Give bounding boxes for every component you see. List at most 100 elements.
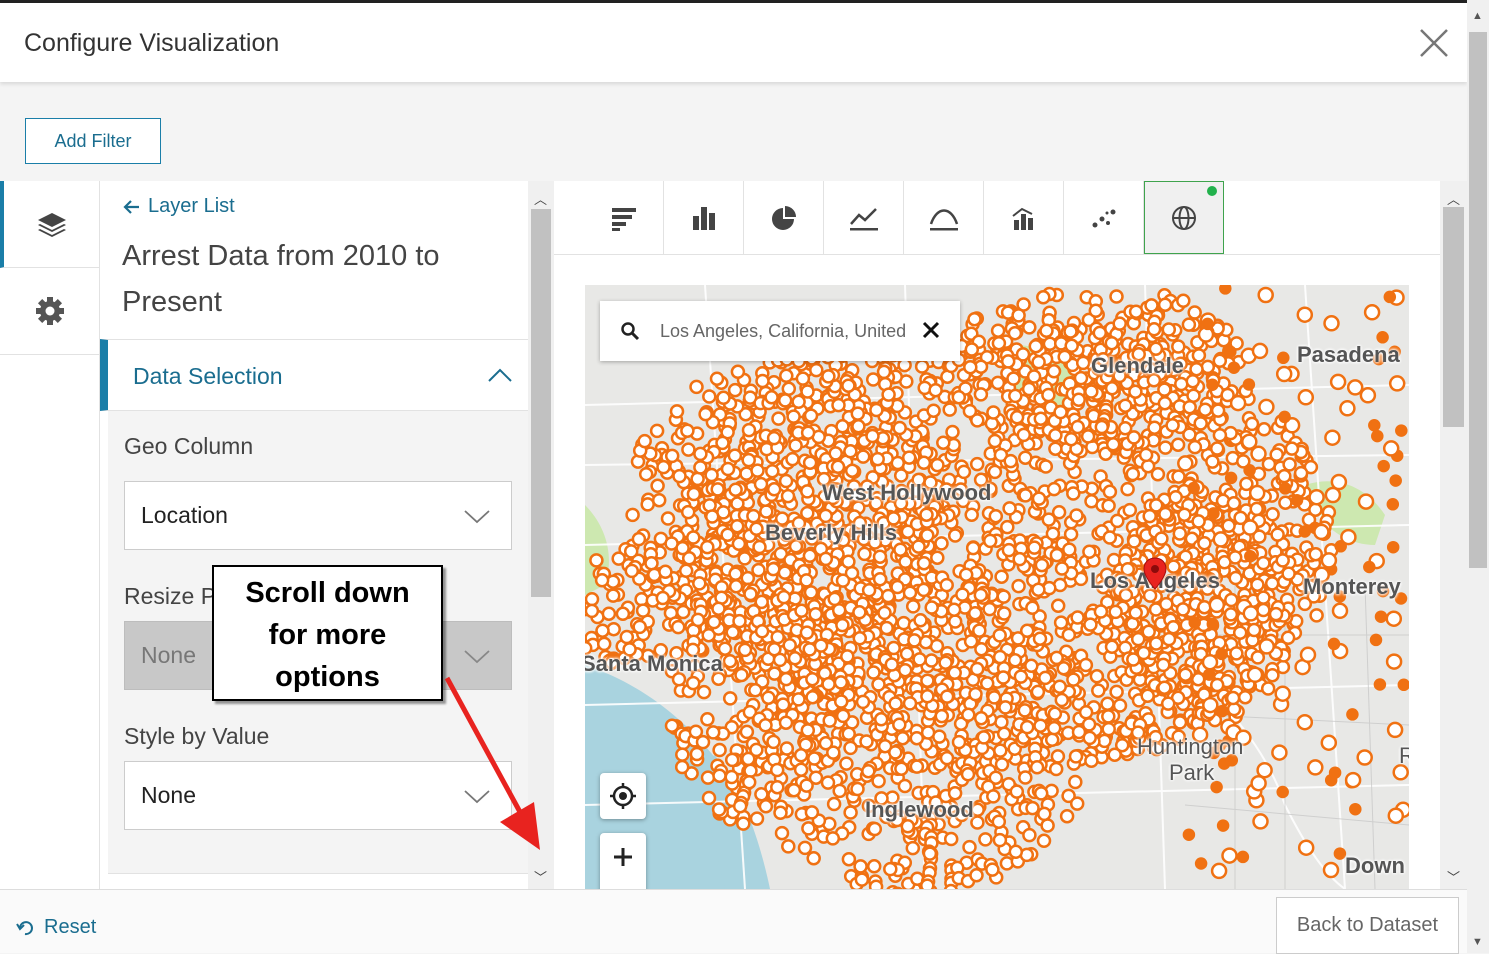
arrest-point: [791, 692, 806, 707]
map-view[interactable]: Glendale Pasadena West Hollywood Beverly…: [585, 285, 1409, 889]
layer-list-back-link[interactable]: Layer List: [122, 195, 235, 218]
arrest-point: [1385, 610, 1403, 627]
arrest-point: [1157, 395, 1173, 411]
arrest-point: [1182, 399, 1197, 415]
scroll-down-arrow-icon[interactable]: ▼: [1472, 936, 1483, 948]
arrest-point: [1102, 530, 1118, 545]
arrest-point: [615, 606, 631, 622]
area-chart-icon: [929, 208, 958, 230]
arrest-point: [727, 382, 743, 398]
arrest-point: [1271, 744, 1288, 761]
arrest-point: [1071, 724, 1087, 740]
arrest-point: [1244, 416, 1260, 432]
chart-type-table-button[interactable]: [584, 181, 664, 254]
arrest-point: [1053, 404, 1068, 420]
arrest-point: [1308, 502, 1323, 517]
arrest-point: [720, 461, 736, 477]
chart-type-combo-button[interactable]: [984, 181, 1064, 254]
arrest-point: [1296, 713, 1314, 731]
scroll-up-arrow-icon[interactable]: ︿: [534, 189, 547, 208]
arrest-point: [820, 775, 836, 790]
map-search-input[interactable]: Los Angeles, California, United: [660, 321, 916, 342]
chart-type-line-button[interactable]: [824, 181, 904, 254]
visualization-area: Glendale Pasadena West Hollywood Beverly…: [554, 181, 1440, 889]
arrest-point: [1018, 450, 1033, 465]
page-scrollbar[interactable]: ▲ ▼: [1467, 0, 1489, 953]
style-by-value-select[interactable]: None: [124, 761, 512, 830]
arrest-point: [939, 689, 955, 704]
arrest-point: [1170, 437, 1186, 452]
zoom-in-button[interactable]: [600, 833, 646, 889]
chart-type-pie-button[interactable]: [744, 181, 824, 254]
arrest-point: [1012, 551, 1027, 567]
layers-icon: [38, 213, 66, 237]
arrest-point: [1277, 468, 1292, 484]
scroll-down-arrow-icon[interactable]: ﹀: [534, 867, 547, 886]
arrest-point: [1029, 760, 1045, 775]
arrest-point: [1015, 347, 1031, 362]
arrest-point: [1031, 491, 1047, 506]
map-pin-icon[interactable]: [1142, 557, 1168, 591]
arrest-point: [585, 603, 600, 619]
arrest-point: [934, 536, 949, 551]
map-label-pasadena: Pasadena: [1297, 342, 1400, 367]
arrest-point: [1344, 771, 1362, 789]
scroll-up-arrow-icon[interactable]: ▲: [1472, 10, 1483, 22]
arrest-point: [1172, 715, 1188, 730]
arrest-point: [716, 390, 731, 406]
arrest-point: [1340, 528, 1357, 546]
arrest-point: [793, 762, 809, 777]
next-section-header[interactable]: [108, 873, 528, 889]
chart-type-area-button[interactable]: [904, 181, 984, 254]
data-selection-section-header[interactable]: Data Selection: [100, 339, 528, 411]
arrest-point: [1157, 297, 1173, 312]
arrest-point: [841, 851, 857, 867]
arrest-point: [946, 602, 962, 617]
arrest-point: [1265, 507, 1280, 522]
arrest-point: [1174, 376, 1189, 392]
add-filter-button[interactable]: Add Filter: [25, 118, 161, 164]
arrest-point: [839, 756, 854, 771]
arrest-point: [1007, 325, 1023, 341]
arrest-point: [1206, 617, 1220, 631]
reset-button[interactable]: Reset: [16, 916, 96, 939]
arrest-point: [841, 378, 856, 393]
arrest-point: [958, 567, 974, 582]
arrest-point: [1048, 761, 1064, 777]
sidenav-item-settings[interactable]: [0, 268, 100, 355]
arrest-point: [664, 718, 680, 733]
visualization-scrollbar-thumb[interactable]: [1443, 207, 1464, 427]
sidenav-item-layers[interactable]: [0, 181, 100, 268]
arrest-point: [686, 486, 702, 502]
scroll-down-arrow-icon[interactable]: ﹀: [1447, 867, 1460, 886]
panel-scrollbar[interactable]: ︿ ﹀: [528, 181, 554, 889]
arrest-point: [725, 625, 740, 640]
arrest-point: [1328, 766, 1342, 779]
visualization-scrollbar[interactable]: ︿ ﹀: [1440, 181, 1467, 889]
arrest-point: [1006, 371, 1021, 386]
arrest-point: [780, 488, 796, 504]
page-scrollbar-thumb[interactable]: [1469, 32, 1487, 568]
arrest-point: [1160, 696, 1176, 711]
arrest-point: [1357, 493, 1375, 510]
clear-search-icon[interactable]: [920, 319, 942, 341]
arrest-point: [1250, 650, 1266, 665]
map-label-edge: R: [1399, 743, 1409, 768]
locate-me-button[interactable]: [600, 773, 646, 819]
arrest-point: [1377, 459, 1390, 473]
geo-column-select[interactable]: Location: [124, 481, 512, 550]
back-to-dataset-button[interactable]: Back to Dataset: [1276, 897, 1459, 954]
close-icon[interactable]: [1416, 25, 1452, 61]
scroll-up-arrow-icon[interactable]: ︿: [1447, 189, 1460, 208]
arrest-point: [1044, 732, 1060, 748]
arrest-point: [1125, 466, 1141, 482]
map-label-inglewood: Inglewood: [865, 797, 974, 822]
arrest-point: [1187, 439, 1203, 455]
arrest-point: [1040, 818, 1055, 833]
chart-type-scatter-button[interactable]: [1064, 181, 1144, 254]
chart-type-column-button[interactable]: [664, 181, 744, 254]
panel-scrollbar-thumb[interactable]: [531, 209, 551, 597]
arrest-point: [956, 464, 972, 480]
arrest-point: [595, 623, 610, 638]
chart-type-map-button[interactable]: [1144, 181, 1224, 254]
